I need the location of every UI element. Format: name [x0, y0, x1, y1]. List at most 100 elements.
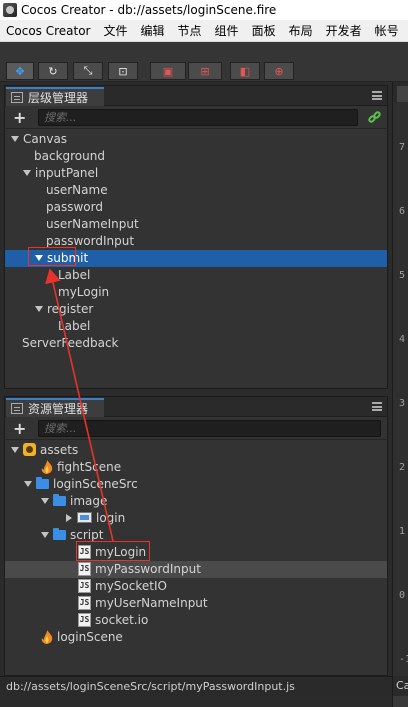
tree-node-label: userName: [46, 183, 108, 197]
expand-arrow-icon[interactable]: [41, 497, 49, 504]
local-button[interactable]: ◧: [230, 62, 260, 80]
tree-node-label: background: [34, 149, 105, 163]
move-icon: ✥: [15, 64, 25, 78]
ruler-tick-label: 4: [399, 334, 406, 345]
scene-header: [393, 82, 408, 102]
status-bar: db://assets/loginSceneSrc/script/myPassw…: [0, 676, 392, 696]
tree-node-background[interactable]: background: [5, 148, 387, 165]
hierarchy-panel: 层级管理器 + 搜索... Canvas background inputPan…: [4, 85, 388, 389]
menu-panel[interactable]: 面板: [246, 22, 283, 39]
global-button[interactable]: ⊕: [264, 62, 294, 80]
annotation-box-submit: [28, 247, 76, 266]
collapse-arrow-icon[interactable]: [66, 513, 72, 522]
tree-node-label: password: [46, 200, 103, 214]
expand-arrow-icon[interactable]: [11, 446, 19, 453]
asset-script-mypasswordinput[interactable]: JS myPasswordInput: [5, 561, 387, 578]
ruler-tick-label: 5: [399, 270, 406, 281]
scene-footer: Ca: [393, 676, 408, 696]
assets-icon: [11, 403, 23, 414]
asset-label: socket.io: [95, 613, 149, 627]
move-tool-button[interactable]: ✥: [6, 62, 34, 80]
image-icon: [77, 512, 92, 523]
annotation-box-mylogin: [76, 541, 150, 561]
asset-label: assets: [40, 443, 79, 457]
assets-menu-icon[interactable]: [372, 402, 382, 411]
asset-label: myPasswordInput: [95, 562, 201, 576]
tab-hierarchy[interactable]: 层级管理器: [6, 87, 104, 106]
asset-folder-image[interactable]: image: [5, 493, 387, 510]
expand-arrow-icon[interactable]: [11, 135, 19, 142]
asset-db-assets[interactable]: assets: [5, 442, 387, 459]
asset-folder-loginscenesrc[interactable]: loginSceneSrc: [5, 476, 387, 493]
tree-node-serverfeedback[interactable]: ServerFeedback: [5, 335, 387, 352]
expand-arrow-icon[interactable]: [35, 305, 43, 312]
ruler-tick-label: 7: [399, 142, 406, 153]
tree-node-submit-label[interactable]: Label: [5, 267, 387, 284]
tree-node-register[interactable]: register: [5, 301, 387, 318]
tree-node-label: myLogin: [58, 285, 110, 299]
asset-script-socketio[interactable]: JS socket.io: [5, 612, 387, 629]
menu-layout[interactable]: 布局: [283, 22, 320, 39]
hierarchy-menu-icon[interactable]: [372, 91, 382, 100]
assets-search-input[interactable]: 搜索...: [38, 420, 381, 437]
toolbar: ✥ ↻ ⤡ ⊡ ▣ ⊞ ◧ ⊕: [0, 42, 408, 82]
tree-node-mylogin[interactable]: myLogin: [5, 284, 387, 301]
tree-node-canvas[interactable]: Canvas: [5, 131, 387, 148]
tree-node-username[interactable]: userName: [5, 182, 387, 199]
tree-node-usernameinput[interactable]: userNameInput: [5, 216, 387, 233]
menu-file[interactable]: 文件: [98, 22, 135, 39]
ruler-tick-label: 3: [399, 398, 406, 409]
tree-node-label: Canvas: [23, 132, 68, 146]
assets-add-button[interactable]: +: [13, 419, 26, 438]
tab-scene[interactable]: [397, 86, 408, 102]
tree-node-inputpanel[interactable]: inputPanel: [5, 165, 387, 182]
menu-account[interactable]: 帐号: [369, 22, 406, 39]
hierarchy-search-row: + 搜索...: [5, 107, 387, 129]
center-button[interactable]: ⊞: [188, 62, 222, 80]
tab-assets[interactable]: 资源管理器: [6, 398, 104, 417]
rotate-tool-button[interactable]: ↻: [38, 62, 68, 80]
expand-arrow-icon[interactable]: [41, 531, 49, 538]
folder-icon: [36, 476, 49, 489]
tree-node-label: inputPanel: [35, 166, 99, 180]
asset-script-myusernameinput[interactable]: JS myUserNameInput: [5, 595, 387, 612]
menu-cocos-creator[interactable]: Cocos Creator: [0, 24, 98, 38]
asset-script-mylogin[interactable]: JS myLogin: [5, 544, 387, 561]
menu-node[interactable]: 节点: [172, 22, 209, 39]
folder-icon: [53, 493, 66, 506]
expand-arrow-icon[interactable]: [23, 169, 31, 176]
asset-loginscene[interactable]: loginScene: [5, 629, 387, 646]
menu-edit[interactable]: 编辑: [135, 22, 172, 39]
scale-tool-button[interactable]: ⤡: [73, 62, 103, 80]
asset-fightscene[interactable]: fightScene: [5, 459, 387, 476]
tree-node-password[interactable]: password: [5, 199, 387, 216]
js-file-icon: JS: [78, 612, 91, 627]
asset-label: login: [96, 511, 126, 525]
scene-panel-edge: 7 6 5 4 3 2 1 0 -1 Ca: [392, 82, 408, 707]
asset-image-login[interactable]: login: [5, 510, 387, 527]
window-title-bar: Cocos Creator - db://assets/loginScene.f…: [0, 0, 408, 20]
scene-ruler: 7 6 5 4 3 2 1 0 -1: [393, 102, 408, 676]
js-file-icon: JS: [78, 561, 91, 576]
pivot-icon: ▣: [162, 64, 174, 78]
js-file-icon: JS: [78, 578, 91, 593]
hierarchy-search-input[interactable]: 搜索...: [38, 109, 358, 126]
local-icon: ◧: [239, 64, 251, 78]
pivot-button[interactable]: ▣: [150, 62, 186, 80]
scale-icon: ⤡: [83, 64, 93, 77]
menu-developer[interactable]: 开发者: [320, 22, 369, 39]
tree-node-label: register: [47, 302, 94, 316]
assets-panel: 资源管理器 + 搜索... assets fightScene loginSce…: [4, 396, 388, 676]
scene-fire-icon: [41, 629, 53, 644]
tree-node-label: Label: [58, 319, 91, 333]
tree-node-register-label[interactable]: Label: [5, 318, 387, 335]
link-icon[interactable]: [367, 110, 382, 124]
hierarchy-add-button[interactable]: +: [13, 108, 26, 127]
expand-arrow-icon[interactable]: [24, 480, 32, 487]
menu-component[interactable]: 组件: [209, 22, 246, 39]
assets-tab-label: 资源管理器: [28, 402, 89, 416]
asset-folder-script[interactable]: script: [5, 527, 387, 544]
asset-script-mysocketio[interactable]: JS mySocketIO: [5, 578, 387, 595]
scene-fire-icon: [41, 459, 53, 474]
rect-tool-button[interactable]: ⊡: [108, 62, 138, 80]
